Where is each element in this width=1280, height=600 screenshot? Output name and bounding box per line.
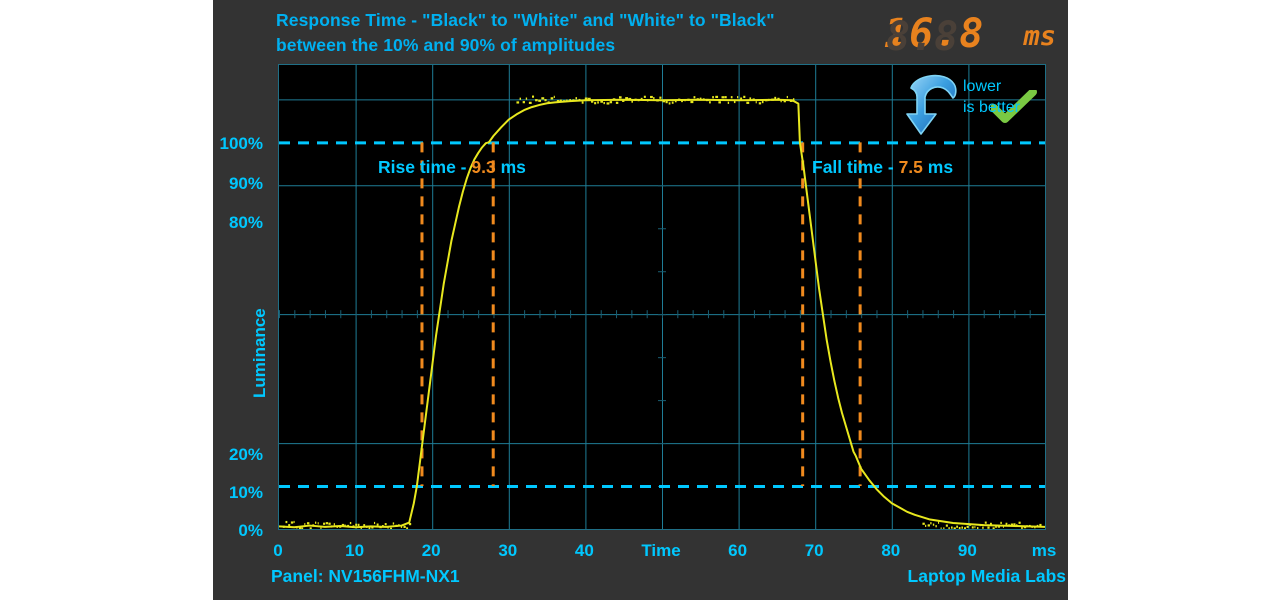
rise-time-annotation: Rise time - 9.3 ms (378, 157, 526, 178)
rise-label: Rise time - (378, 157, 467, 177)
response-time-readout: 8.8 16.8 ms (884, 6, 1056, 60)
xtick-0: 0 (273, 541, 283, 560)
badge-text: lower is better (963, 76, 1022, 118)
xtick-5: Time (641, 541, 681, 560)
rise-unit: ms (500, 157, 526, 177)
xtick-3: 30 (498, 541, 518, 560)
ytick-100: 100% (219, 134, 263, 153)
fall-label: Fall time - (812, 157, 894, 177)
readout-unit: ms (1023, 21, 1056, 52)
xtick-4: 40 (574, 541, 594, 560)
curved-down-arrow-icon (906, 74, 957, 135)
fall-time-annotation: Fall time - 7.5 ms (812, 157, 953, 178)
badge-line-2: is better (963, 99, 1020, 116)
xtick-8: 80 (881, 541, 901, 560)
page-title: Response Time - "Black" to "White" and "… (276, 8, 836, 58)
ytick-20: 20% (228, 445, 263, 464)
xtick-6: 60 (728, 541, 748, 560)
chart-screenshot: Response Time - "Black" to "White" and "… (0, 0, 1280, 600)
readout-ghost-digits: 8.8 (886, 14, 959, 60)
xtick-10: ms (1031, 541, 1057, 560)
ytick-90: 90% (228, 174, 263, 193)
title-line-2: between the 10% and 90% of amplitudes (276, 35, 616, 55)
fall-value: 7.5 (898, 157, 923, 177)
y-axis-title: Luminance (250, 308, 269, 398)
xtick-1: 10 (345, 541, 365, 560)
xtick-9: 90 (957, 541, 977, 560)
panel-model-label: Panel: NV156FHM-NX1 (271, 566, 460, 586)
ytick-0: 0% (238, 521, 263, 540)
xtick-2: 20 (421, 541, 441, 560)
ytick-10: 10% (228, 483, 263, 502)
lower-is-better-badge: lower is better (905, 72, 1045, 144)
title-line-1: Response Time - "Black" to "White" and "… (276, 10, 775, 30)
badge-line-1: lower (963, 78, 1002, 95)
ytick-80: 80% (228, 213, 263, 232)
source-label: Laptop Media Labs (907, 566, 1066, 586)
readout-digits-group: 8.8 16.8 (884, 6, 984, 60)
fall-unit: ms (927, 157, 954, 177)
xtick-7: 70 (804, 541, 824, 560)
rise-value: 9.3 (471, 157, 496, 177)
